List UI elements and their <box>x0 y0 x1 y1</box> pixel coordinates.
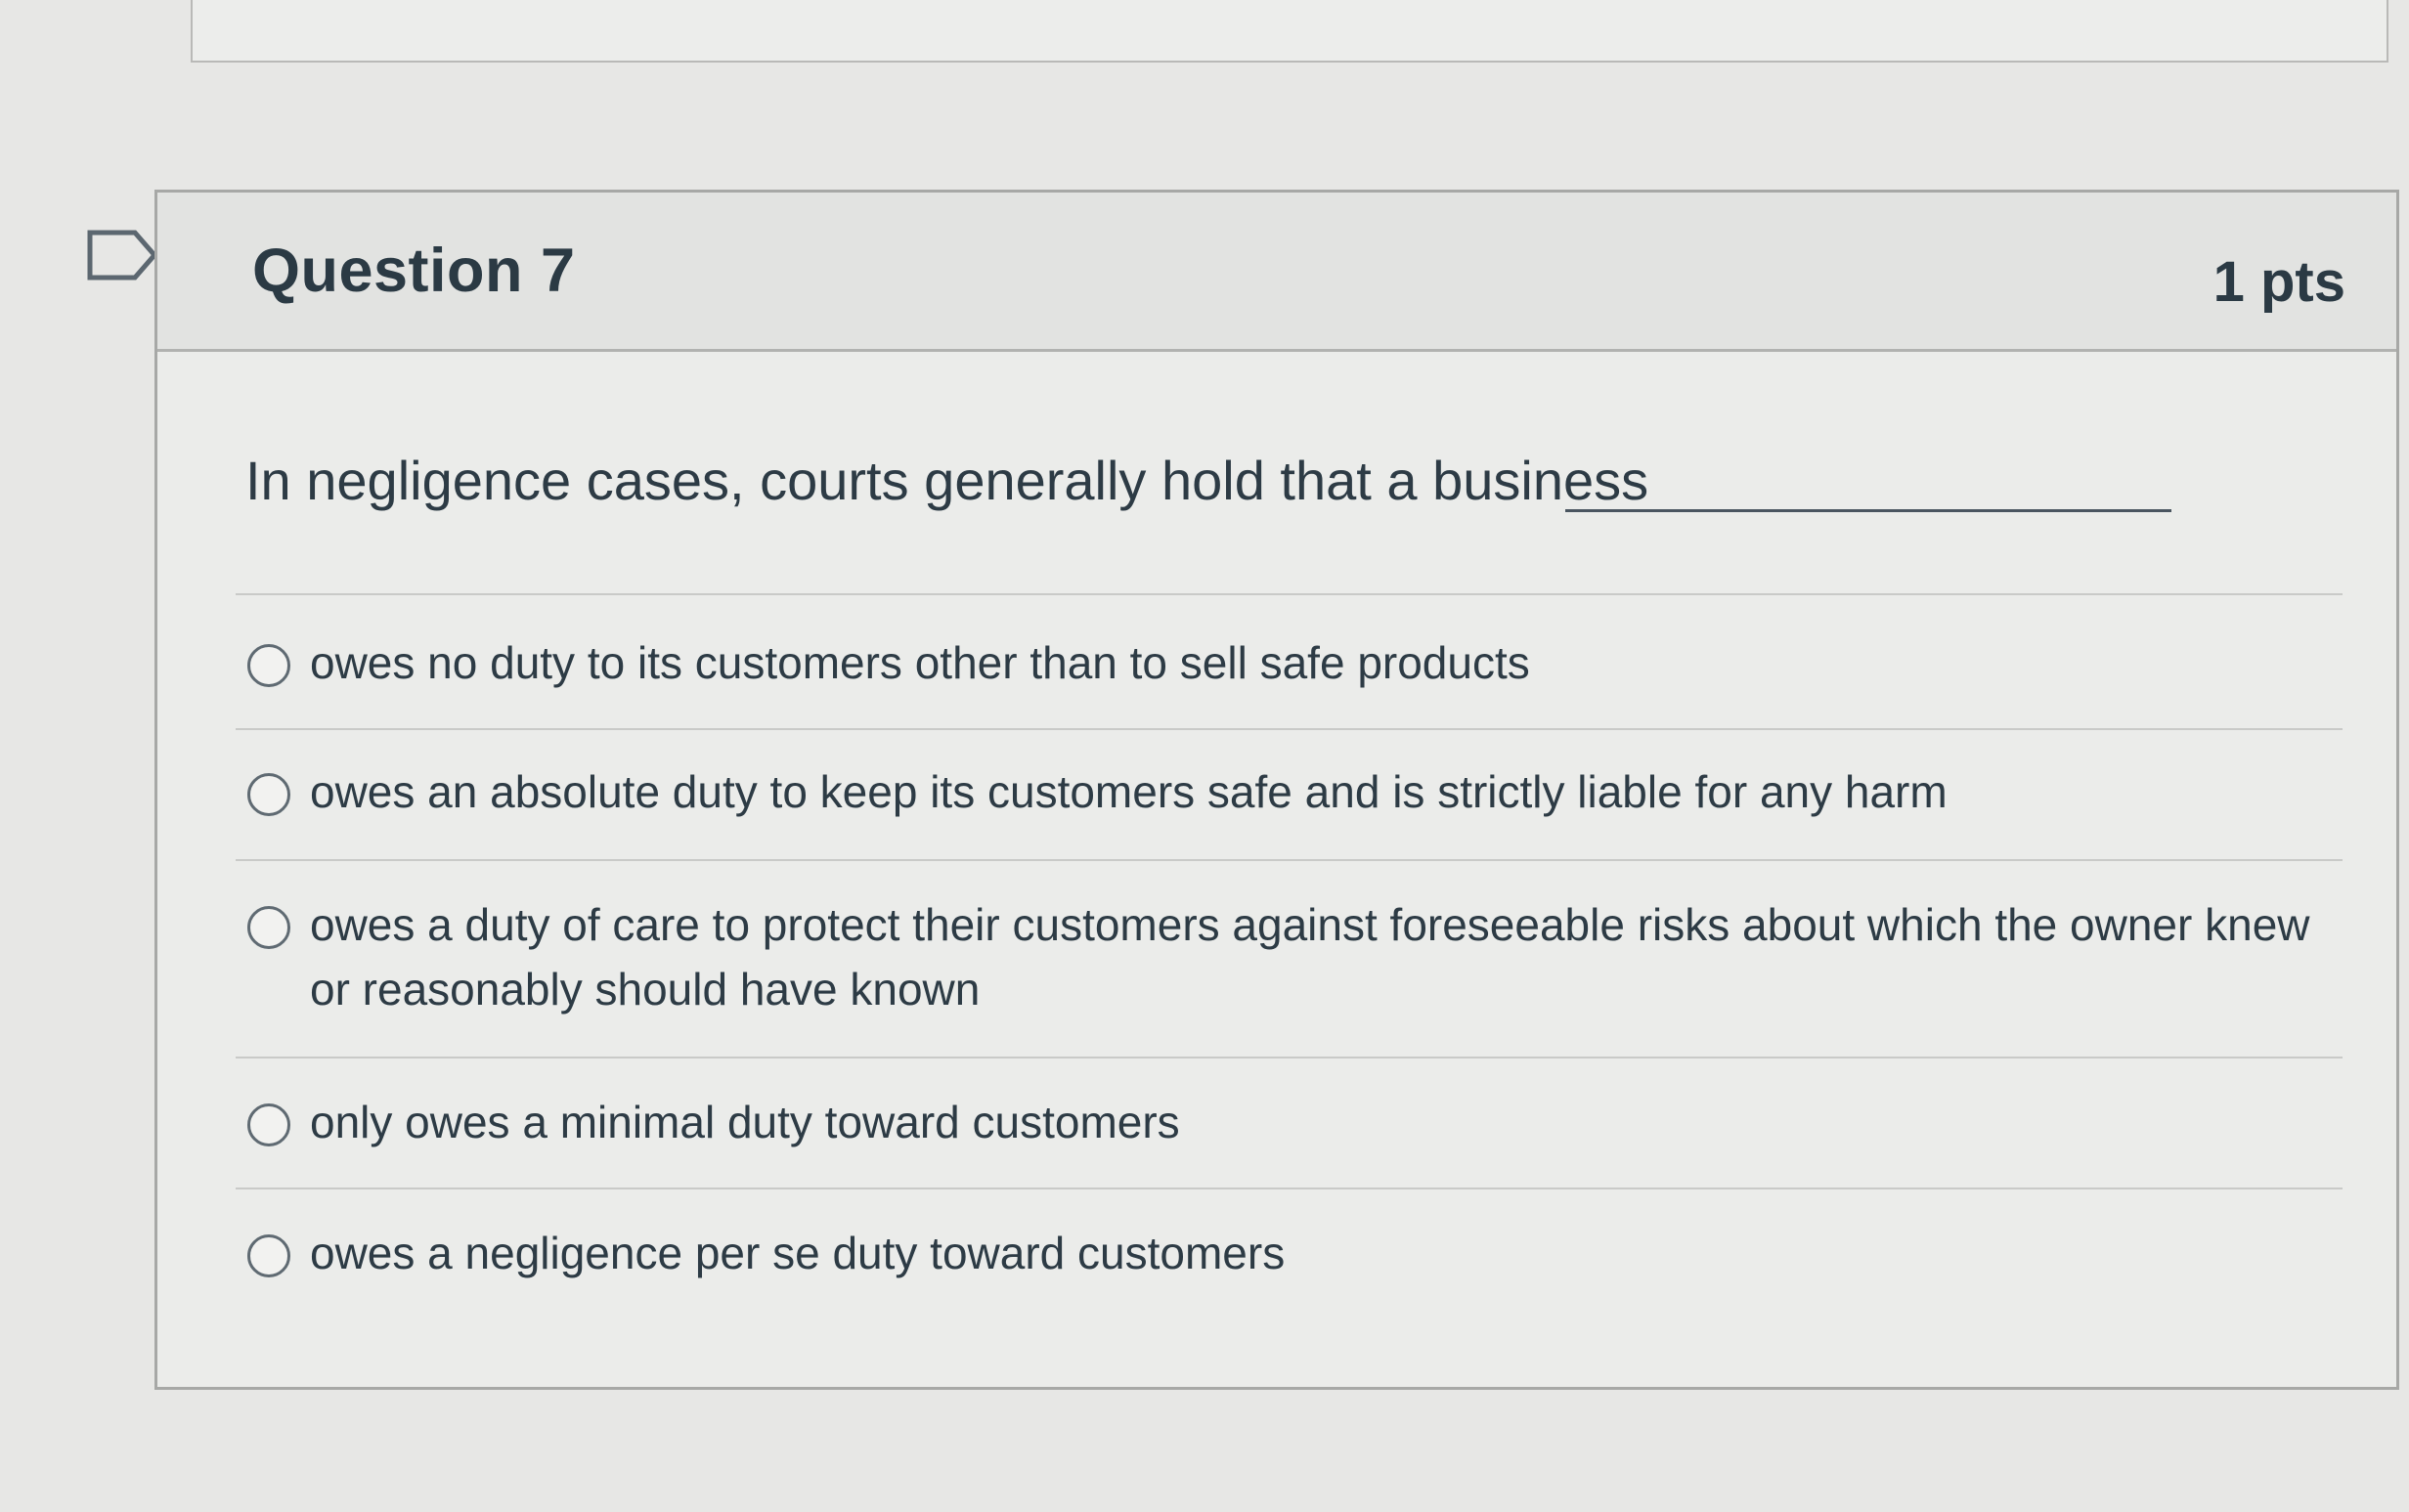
answer-divider <box>236 859 2343 861</box>
answer-blank <box>1565 509 2171 512</box>
question-points: 1 pts <box>2212 250 2345 314</box>
radio-button-5[interactable] <box>247 1234 290 1277</box>
answer-option-2[interactable]: owes an absolute duty to keep its custom… <box>247 766 2338 824</box>
flag-question-icon[interactable] <box>86 229 158 281</box>
answer-option-3[interactable]: owes a duty of care to protect their cus… <box>247 899 2338 1021</box>
previous-question-box <box>191 0 2388 63</box>
answer-option-5[interactable]: owes a negligence per se duty toward cus… <box>247 1228 2338 1285</box>
answer-divider <box>236 593 2343 595</box>
answer-label-1[interactable]: owes no duty to its customers other than… <box>310 630 1530 695</box>
question-text: In negligence cases, courts generally ho… <box>245 450 1649 511</box>
radio-button-4[interactable] <box>247 1103 290 1146</box>
question-title: Question 7 <box>252 237 576 305</box>
question-card: Question 7 1 pts In negligence cases, co… <box>154 190 2399 1390</box>
radio-button-1[interactable] <box>247 644 290 687</box>
answer-label-5[interactable]: owes a negligence per se duty toward cus… <box>310 1221 1285 1285</box>
radio-button-2[interactable] <box>247 773 290 816</box>
question-header: Question 7 1 pts <box>157 193 2396 352</box>
answer-option-4[interactable]: only owes a minimal duty toward customer… <box>247 1097 2338 1154</box>
radio-button-3[interactable] <box>247 906 290 949</box>
answer-label-3[interactable]: owes a duty of care to protect their cus… <box>310 892 2338 1021</box>
answer-option-1[interactable]: owes no duty to its customers other than… <box>247 637 2338 695</box>
answer-divider <box>236 1057 2343 1058</box>
answer-label-2[interactable]: owes an absolute duty to keep its custom… <box>310 759 1948 824</box>
answer-divider <box>236 1188 2343 1189</box>
answer-divider <box>236 728 2343 730</box>
answer-label-4[interactable]: only owes a minimal duty toward customer… <box>310 1090 1180 1154</box>
